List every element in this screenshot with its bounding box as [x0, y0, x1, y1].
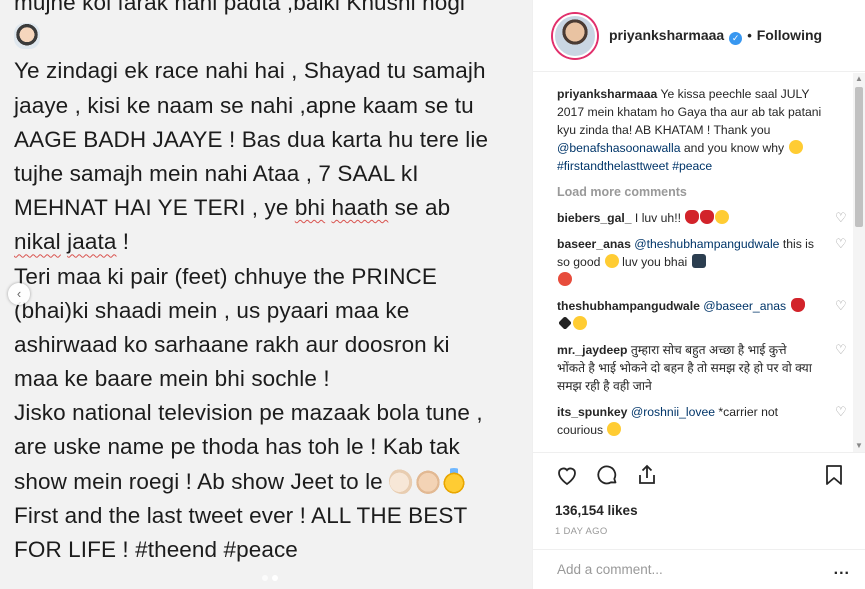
- comment: baseer_anas @theshubhampangudwale this i…: [557, 235, 847, 289]
- more-options-icon[interactable]: ...: [834, 561, 850, 579]
- comment-username[interactable]: mr._jaydeep: [557, 343, 627, 357]
- avatar[interactable]: [553, 13, 597, 58]
- comment-username[interactable]: theshubhampangudwale: [557, 299, 700, 313]
- comment: biebers_gal_ I luv uh!! ♡: [557, 209, 847, 227]
- scrollbar-thumb[interactable]: [855, 87, 863, 227]
- comment-username[interactable]: its_spunkey: [557, 405, 627, 419]
- comment: theshubhampangudwale @baseer_anas ♡: [557, 297, 847, 333]
- folded-hands-emoji-icon: [415, 467, 442, 494]
- note-line: Ye zindagi ek race nahi hai , Shayad tu …: [14, 58, 486, 84]
- comment-like-heart-icon[interactable]: ♡: [835, 405, 849, 419]
- caption-username[interactable]: priyanksharmaaa: [557, 87, 657, 101]
- comment-like-heart-icon[interactable]: ♡: [835, 211, 849, 225]
- note-line: (bhai)ki shaadi mein , us pyaari maa ke: [14, 297, 410, 323]
- comment-icon[interactable]: [595, 463, 619, 487]
- header-user: priyanksharmaaa ✓ • Following: [609, 27, 822, 45]
- comment: mr._jaydeep तुम्हारा सोच बहुत अच्छा है भ…: [557, 341, 847, 395]
- note-line: mujhe koi farak nahi padta ,balki Khushi…: [14, 0, 466, 15]
- comment-text: I luv uh!!: [631, 211, 685, 225]
- note-line: jaaye , kisi ke naam se nahi ,apne kaam …: [14, 92, 474, 118]
- caption-mention[interactable]: @benafshasoonawalla: [557, 141, 681, 155]
- comment-username[interactable]: baseer_anas: [557, 237, 631, 251]
- clapping-hands-emoji-icon: [389, 467, 416, 494]
- scroll-down-arrow-icon[interactable]: ▼: [853, 440, 865, 452]
- note-line-emoji: [14, 20, 524, 54]
- share-icon[interactable]: [635, 463, 659, 487]
- add-comment-bar: ...: [533, 549, 865, 589]
- note-fragment: !: [116, 229, 130, 255]
- comment-like-heart-icon[interactable]: ♡: [835, 237, 849, 251]
- heart-icon[interactable]: [555, 463, 579, 487]
- black-heart-emoji-icon: [558, 316, 572, 330]
- spellcheck-word: bhi: [294, 195, 326, 221]
- kiss-mark-emoji-icon: [790, 298, 805, 312]
- hashtag-link[interactable]: #firstandthelasttweet: [557, 159, 669, 173]
- comment-mention[interactable]: @theshubhampangudwale: [634, 237, 779, 251]
- note-line-emoji-end: show mein roegi ! Ab show Jeet to le: [14, 465, 524, 499]
- add-comment-input[interactable]: [557, 562, 834, 577]
- spellcheck-word: nikal: [14, 229, 61, 255]
- note-fragment: show mein roegi ! Ab show Jeet to le: [14, 468, 390, 494]
- carousel-prev-button[interactable]: ‹: [8, 283, 30, 305]
- kiss-mark-emoji-icon: [700, 210, 715, 224]
- smiling-face-emoji-icon: [604, 254, 619, 268]
- carousel-dot[interactable]: [262, 575, 268, 581]
- face-blowing-kiss-emoji-icon: [715, 210, 730, 224]
- note-line-underlined: nikal jaata !: [14, 225, 524, 259]
- username-link[interactable]: priyanksharmaaa: [609, 27, 724, 43]
- post-timestamp[interactable]: 1 DAY AGO: [555, 526, 850, 537]
- smiling-face-emoji-icon: [788, 140, 803, 154]
- note-line-underlined: MEHNAT HAI YE TERI , ye bhi haath se ab: [14, 191, 524, 225]
- comment-text: luv you bhai: [618, 255, 691, 269]
- load-more-comments-button[interactable]: Load more comments: [557, 185, 850, 203]
- spellcheck-word: jaata: [67, 229, 117, 255]
- scroll-up-arrow-icon[interactable]: ▲: [853, 73, 865, 85]
- carousel-dots: [262, 575, 278, 581]
- note-line: are uske name pe thoda has toh le ! Kab …: [14, 434, 460, 460]
- man-and-child-emoji-icon: [691, 254, 706, 268]
- disappointed-face-emoji-icon: [607, 422, 622, 436]
- man-tipping-hand-emoji-icon: [14, 23, 40, 50]
- separator: •: [747, 27, 752, 43]
- carousel-dot-active[interactable]: [272, 575, 278, 581]
- hashtag-link[interactable]: #peace: [672, 159, 712, 173]
- post-image[interactable]: mujhe koi farak nahi padta ,balki Khushi…: [0, 0, 532, 589]
- note-line: AAGE BADH JAAYE ! Bas dua karta hu tere …: [14, 126, 489, 152]
- comment-like-heart-icon[interactable]: ♡: [835, 299, 849, 313]
- note-fragment: MEHNAT HAI YE TERI , ye: [14, 195, 295, 221]
- following-button[interactable]: Following: [757, 27, 822, 43]
- comments-list[interactable]: priyanksharmaaa Ye kissa peechle saal JU…: [533, 73, 865, 452]
- post-actions: 136,154 likes 1 DAY AGO: [533, 452, 865, 542]
- comments-scrollbar[interactable]: ▲ ▼: [853, 73, 865, 452]
- action-bar: [555, 463, 850, 487]
- note-line: maa ke baare mein bhi sochle !: [14, 366, 330, 392]
- comment: its_spunkey @roshnii_lovee *carrier not …: [557, 403, 847, 439]
- comment-username[interactable]: biebers_gal_: [557, 211, 632, 225]
- caption-text: and you know why: [680, 141, 788, 155]
- caption: priyanksharmaaa Ye kissa peechle saal JU…: [557, 85, 839, 175]
- note-line: tujhe samajh mein nahi Ataa , 7 SAAL kI: [14, 160, 419, 186]
- note-fragment: se ab: [388, 195, 451, 221]
- note-text: mujhe koi farak nahi padta ,balki Khushi…: [14, 0, 524, 567]
- smiling-face-with-halo-emoji-icon: [441, 467, 468, 494]
- note-line: First and the last tweet ever ! ALL THE …: [14, 502, 468, 528]
- kiss-mark-emoji-icon: [685, 210, 700, 224]
- tongue-emoji-icon: [558, 272, 572, 286]
- comment-mention[interactable]: @baseer_anas: [703, 299, 786, 313]
- fist-emoji-icon: [573, 316, 587, 330]
- likes-count[interactable]: 136,154 likes: [555, 503, 850, 518]
- post-header: priyanksharmaaa ✓ • Following: [533, 0, 865, 72]
- comment-text: [786, 299, 789, 313]
- spellcheck-word: haath: [331, 195, 389, 221]
- post-side-panel: priyanksharmaaa ✓ • Following priyanksharma…: [532, 0, 865, 589]
- comment-mention[interactable]: @roshnii_lovee: [631, 405, 715, 419]
- note-line: FOR LIFE ! #theend #peace: [14, 537, 298, 562]
- verified-badge-icon: ✓: [729, 31, 743, 45]
- bookmark-icon[interactable]: [822, 463, 846, 487]
- comment-like-heart-icon[interactable]: ♡: [835, 343, 849, 357]
- note-line: Jisko national television pe mazaak bola…: [14, 400, 483, 426]
- note-line: ashirwaad ko sarhaane rakh aur doosron k…: [14, 331, 450, 357]
- note-line: Teri maa ki pair (feet) chhuye the PRINC…: [14, 263, 438, 289]
